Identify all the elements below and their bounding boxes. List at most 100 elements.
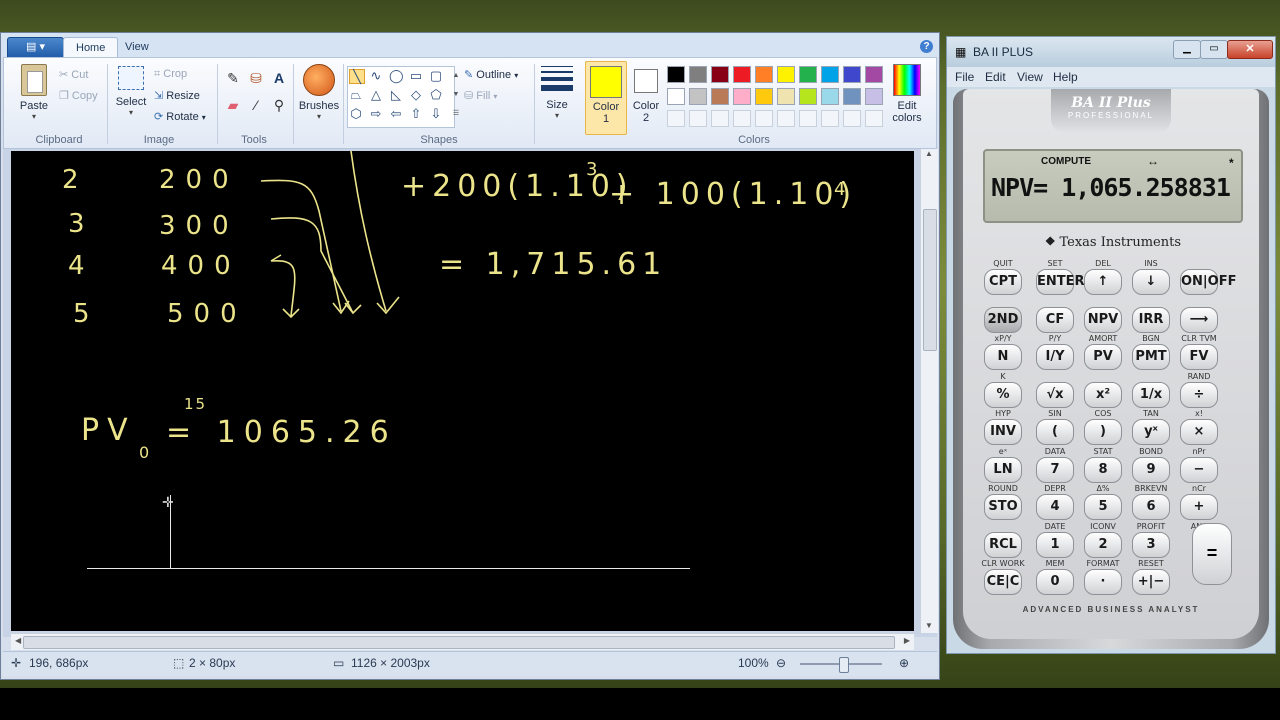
- zoom-in-icon[interactable]: ⊕: [899, 656, 909, 670]
- calc-key[interactable]: 6: [1132, 494, 1170, 520]
- palette-swatch[interactable]: [777, 88, 795, 105]
- calc-key[interactable]: ON|OFF: [1180, 269, 1237, 295]
- pentagon-shape-icon[interactable]: ⬠: [429, 88, 443, 101]
- calc-key[interactable]: +|−: [1132, 569, 1170, 595]
- calc-key[interactable]: 1: [1036, 531, 1074, 558]
- palette-swatch[interactable]: [667, 66, 685, 83]
- palette-swatch[interactable]: [689, 66, 707, 83]
- rounded-rectangle-shape-icon[interactable]: ▢: [429, 69, 443, 82]
- custom-color-slot[interactable]: [843, 110, 861, 127]
- calc-key[interactable]: ENTER: [1036, 269, 1085, 295]
- calc-key[interactable]: x²: [1084, 381, 1122, 408]
- calc-key[interactable]: 1/x: [1132, 381, 1170, 408]
- calc-key[interactable]: LN: [984, 456, 1022, 483]
- menu-file[interactable]: File: [955, 70, 974, 84]
- custom-color-slot[interactable]: [689, 110, 707, 127]
- pencil-icon[interactable]: ✎: [223, 68, 243, 88]
- line-shape-icon[interactable]: ╲: [349, 69, 365, 84]
- palette-swatch[interactable]: [865, 66, 883, 83]
- right-triangle-shape-icon[interactable]: ◺: [389, 88, 403, 101]
- triangle-shape-icon[interactable]: △: [369, 88, 383, 101]
- custom-color-slot[interactable]: [777, 110, 795, 127]
- help-icon[interactable]: ?: [920, 40, 933, 53]
- custom-color-slot[interactable]: [799, 110, 817, 127]
- zoom-slider-thumb[interactable]: [839, 657, 849, 673]
- minimize-button[interactable]: ▁: [1173, 40, 1201, 59]
- zoom-out-icon[interactable]: ⊖: [776, 656, 786, 670]
- calc-key[interactable]: IRR: [1132, 306, 1170, 333]
- color2-button[interactable]: Color 2: [628, 61, 664, 124]
- calc-key[interactable]: ·: [1084, 569, 1122, 595]
- palette-swatch[interactable]: [843, 66, 861, 83]
- calc-key[interactable]: ×: [1180, 419, 1218, 445]
- size-button[interactable]: Size ▾: [538, 66, 576, 120]
- scroll-left-icon[interactable]: ◀: [15, 636, 21, 645]
- down-arrow-shape-icon[interactable]: ⇩: [429, 107, 443, 120]
- palette-swatch[interactable]: [755, 88, 773, 105]
- menu-edit[interactable]: Edit: [985, 70, 1006, 84]
- copy-button[interactable]: ❐ Copy: [59, 89, 98, 102]
- palette-swatch[interactable]: [667, 88, 685, 105]
- calc-key[interactable]: RCL: [984, 531, 1022, 558]
- calc-key[interactable]: 4: [1036, 494, 1074, 520]
- palette-swatch[interactable]: [777, 66, 795, 83]
- palette-swatch[interactable]: [755, 66, 773, 83]
- calc-key[interactable]: 9: [1132, 456, 1170, 483]
- drawing-canvas[interactable]: 2 200 3 300 4 400 5 500 +200(1.10) 3 + 1…: [11, 151, 914, 631]
- rotate-button[interactable]: ⟳ Rotate ▾: [154, 110, 206, 123]
- palette-swatch[interactable]: [799, 66, 817, 83]
- calc-key[interactable]: STO: [984, 494, 1022, 520]
- calc-key[interactable]: −: [1180, 456, 1218, 483]
- equals-key[interactable]: =: [1192, 523, 1232, 585]
- menu-view[interactable]: View: [1017, 70, 1043, 84]
- calc-key[interactable]: CE|C: [984, 569, 1022, 595]
- oval-shape-icon[interactable]: ◯: [389, 69, 404, 82]
- right-arrow-shape-icon[interactable]: ⇨: [369, 107, 383, 120]
- palette-swatch[interactable]: [821, 88, 839, 105]
- close-button[interactable]: ✕: [1227, 40, 1273, 59]
- calc-key[interactable]: (: [1036, 419, 1074, 445]
- hexagon-shape-icon[interactable]: ⬡: [349, 107, 363, 120]
- calc-key[interactable]: 8: [1084, 456, 1122, 483]
- curve-shape-icon[interactable]: ∿: [369, 69, 383, 82]
- calc-key[interactable]: I/Y: [1036, 344, 1074, 370]
- tab-home[interactable]: Home: [63, 37, 119, 58]
- calc-key[interactable]: PMT: [1132, 344, 1170, 370]
- select-button[interactable]: Select ▾: [112, 66, 150, 117]
- calc-key[interactable]: CF: [1036, 306, 1074, 333]
- paint-menu-button[interactable]: ▤ ▾: [7, 37, 64, 59]
- calc-key[interactable]: 2: [1084, 531, 1122, 558]
- polygon-shape-icon[interactable]: ⏢: [349, 88, 363, 101]
- calc-key[interactable]: ÷: [1180, 381, 1218, 408]
- paste-button[interactable]: Paste ▾: [14, 64, 54, 121]
- palette-swatch[interactable]: [733, 88, 751, 105]
- vertical-scrollbar[interactable]: ▲ ▼: [920, 149, 938, 633]
- up-arrow-shape-icon[interactable]: ⇧: [409, 107, 423, 120]
- diamond-shape-icon[interactable]: ◇: [409, 88, 423, 101]
- palette-swatch[interactable]: [711, 88, 729, 105]
- calc-key[interactable]: yˣ: [1132, 419, 1170, 445]
- calc-key[interactable]: 0: [1036, 569, 1074, 595]
- custom-color-slot[interactable]: [755, 110, 773, 127]
- custom-color-slot[interactable]: [711, 110, 729, 127]
- scroll-right-icon[interactable]: ▶: [904, 636, 910, 645]
- palette-swatch[interactable]: [821, 66, 839, 83]
- fill-bucket-icon[interactable]: ⛁: [246, 68, 266, 88]
- custom-color-slot[interactable]: [865, 110, 883, 127]
- shapes-gallery[interactable]: ╲ ∿ ◯ ▭ ▢ ⏢ △ ◺ ◇ ⬠ ⬡ ⇨ ⇦ ⇧ ⇩: [347, 66, 455, 128]
- horizontal-scrollbar[interactable]: ◀ ▶: [11, 633, 914, 650]
- menu-help[interactable]: Help: [1053, 70, 1078, 84]
- calc-key[interactable]: CPT: [984, 269, 1022, 295]
- calc-key[interactable]: 5: [1084, 494, 1122, 520]
- crop-button[interactable]: ⌗ Crop: [154, 68, 187, 81]
- calc-key[interactable]: NPV: [1084, 306, 1122, 333]
- calc-key[interactable]: N: [984, 344, 1022, 370]
- edit-colors-button[interactable]: Edit colors: [887, 64, 927, 124]
- palette-swatch[interactable]: [733, 66, 751, 83]
- calc-key[interactable]: +: [1180, 494, 1218, 520]
- horizontal-scroll-thumb[interactable]: [23, 636, 895, 649]
- left-arrow-shape-icon[interactable]: ⇦: [389, 107, 403, 120]
- fill-button[interactable]: ⛁ Fill ▾: [464, 89, 497, 102]
- magnifier-icon[interactable]: ⚲: [269, 95, 289, 115]
- outline-button[interactable]: ✎ Outline ▾: [464, 68, 518, 81]
